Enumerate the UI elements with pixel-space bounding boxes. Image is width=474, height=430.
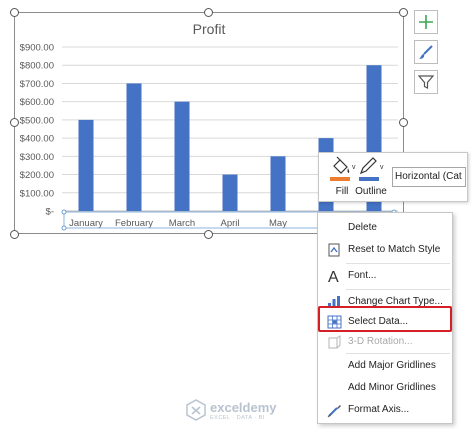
menu-item-label: Add Major Gridlines: [348, 360, 436, 371]
resize-handle-top-left[interactable]: [10, 8, 19, 17]
menu-item-add-minor-gridlines[interactable]: Add Minor Gridlines: [318, 377, 452, 399]
filter-icon: [418, 75, 434, 89]
x-tick-label: May: [269, 218, 287, 229]
axis-selection-handle: [61, 225, 67, 231]
x-tick-label: April: [220, 218, 239, 229]
menu-item-format-axis[interactable]: Format Axis...: [318, 399, 452, 421]
chart-element-dropdown-value: Horizontal (Cat: [395, 171, 462, 182]
bar-january[interactable]: [78, 119, 94, 211]
menu-item-label: Reset to Match Style: [348, 244, 441, 255]
resize-handle-right[interactable]: [399, 118, 408, 127]
y-tick-label: $-: [46, 207, 54, 218]
x-tick-label: March: [169, 218, 195, 229]
resize-handle-bottom[interactable]: [204, 230, 213, 239]
rotation-icon: [326, 334, 342, 350]
x-tick-label: January: [69, 218, 103, 229]
menu-item-add-major-gridlines[interactable]: Add Major Gridlines: [318, 355, 452, 377]
chart-elements-button[interactable]: [414, 10, 438, 34]
bar-february[interactable]: [126, 83, 142, 211]
menu-separator: [346, 263, 450, 264]
reset-style-icon: [326, 242, 342, 258]
y-tick-label: $100.00: [20, 188, 54, 199]
resize-handle-top-right[interactable]: [399, 8, 408, 17]
y-tick-label: $700.00: [20, 79, 54, 90]
watermark-name: exceldemy: [210, 400, 277, 415]
plus-icon: [419, 15, 433, 29]
resize-handle-left[interactable]: [10, 118, 19, 127]
outline-color-swatch: [359, 177, 379, 181]
y-tick-label: $600.00: [20, 97, 54, 108]
mini-toolbar: v Fill v Outline Horizontal (Cat: [318, 152, 468, 202]
fill-color-swatch: [330, 177, 350, 181]
menu-item-delete[interactable]: Delete: [318, 217, 452, 239]
y-tick-label: $300.00: [20, 152, 54, 163]
watermark-tagline: EXCEL · DATA · BI: [210, 415, 265, 421]
outline-label: Outline: [355, 186, 387, 197]
menu-item-label: Format Axis...: [348, 404, 410, 415]
watermark: exceldemy EXCEL · DATA · BI: [186, 398, 296, 424]
chart-filters-button[interactable]: [414, 70, 438, 94]
menu-separator: [346, 289, 450, 290]
font-icon: A: [326, 268, 342, 284]
resize-handle-bottom-left[interactable]: [10, 230, 19, 239]
bar-march[interactable]: [174, 101, 190, 211]
y-tick-label: $900.00: [20, 43, 54, 54]
chart-element-dropdown[interactable]: Horizontal (Cat: [392, 167, 466, 187]
pen-outline-icon: v: [359, 157, 384, 181]
svg-text:v: v: [380, 164, 384, 171]
menu-item-label: 3-D Rotation...: [348, 336, 413, 347]
x-tick-label: February: [115, 218, 153, 229]
bar-april[interactable]: [222, 174, 238, 211]
resize-handle-top[interactable]: [204, 8, 213, 17]
y-axis-labels[interactable]: $- $100.00 $200.00 $300.00 $400.00 $500.00 $60…: [20, 43, 54, 218]
menu-item-label: Delete: [348, 222, 377, 233]
bar-may[interactable]: [270, 156, 286, 211]
menu-item-reset-to-match-style[interactable]: Reset to Match Style: [318, 239, 452, 261]
chart-title[interactable]: Profit: [193, 21, 226, 37]
outline-button[interactable]: v Outline: [351, 155, 391, 199]
exceldemy-logo-icon: [186, 399, 206, 421]
format-axis-icon: [326, 402, 342, 418]
x-axis-labels[interactable]: JanuaryFebruaryMarchAprilMayJ: [69, 218, 329, 229]
menu-item-3d-rotation[interactable]: 3-D Rotation...: [318, 331, 452, 353]
y-tick-label: $400.00: [20, 134, 54, 145]
chart-styles-button[interactable]: [414, 40, 438, 64]
select-data-highlight: [318, 306, 452, 332]
axis-selection-handle: [61, 209, 67, 215]
menu-item-font[interactable]: A Font...: [318, 265, 452, 287]
brush-icon: [419, 45, 433, 59]
menu-separator: [346, 353, 450, 354]
y-tick-label: $200.00: [20, 170, 54, 181]
y-tick-label: $500.00: [20, 115, 54, 126]
y-tick-label: $800.00: [20, 61, 54, 72]
menu-item-label: Add Minor Gridlines: [348, 382, 436, 393]
svg-text:A: A: [328, 269, 339, 284]
menu-item-label: Font...: [348, 270, 377, 281]
